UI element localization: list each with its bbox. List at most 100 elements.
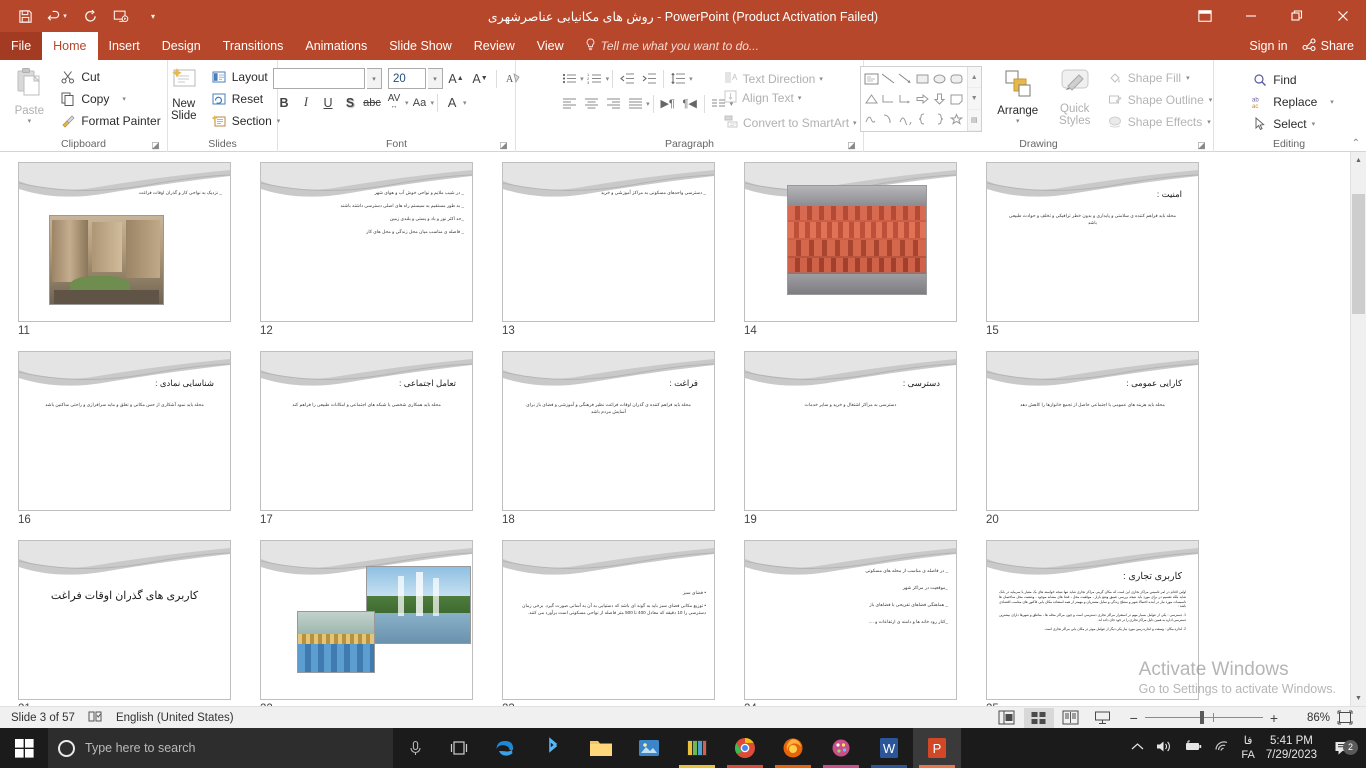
shape-down-arrow-icon[interactable] — [931, 89, 948, 109]
slide-thumbnail[interactable]: امنیت : محله باید فراهم کننده ی سلامتی و… — [986, 162, 1199, 322]
shape-elbow-arrow-icon[interactable] — [897, 89, 914, 109]
slide-thumbnail[interactable] — [744, 162, 957, 322]
smartart-caret[interactable]: ▾ — [853, 119, 857, 127]
zoom-slider-track[interactable] — [1145, 717, 1263, 718]
slide-thumbnail[interactable]: کارایی عمومی : محله باید هزینه های عمومی… — [986, 351, 1199, 511]
character-spacing-button[interactable]: AV↔ — [383, 92, 405, 113]
wifi-icon[interactable] — [1214, 740, 1230, 756]
columns-caret[interactable]: ▾ — [646, 100, 650, 108]
slide-thumbnail-cell[interactable]: 14 — [744, 162, 957, 337]
shape-arc-icon[interactable] — [880, 109, 897, 129]
save-icon[interactable] — [10, 3, 40, 29]
volume-icon[interactable] — [1155, 739, 1172, 757]
underline-button[interactable]: U — [317, 92, 339, 113]
notes-icon[interactable] — [88, 710, 103, 726]
taskbar-app-chrome[interactable] — [721, 728, 769, 768]
taskbar-app-powerpoint[interactable]: P — [913, 728, 961, 768]
undo-dropdown-caret[interactable]: ▾ — [63, 12, 67, 20]
copy-dropdown-caret[interactable]: ▾ — [122, 95, 126, 103]
battery-icon[interactable] — [1183, 740, 1203, 756]
slide-thumbnail-cell[interactable]: فراغت : محله باید فراهم کننده ی گذران او… — [502, 351, 715, 526]
tell-me-search[interactable]: Tell me what you want to do... — [575, 32, 769, 60]
font-dialog-launcher[interactable]: ◪ — [498, 140, 509, 151]
shapes-scroll-down-icon[interactable]: ▼ — [968, 88, 981, 109]
strikethrough-button[interactable]: abc — [361, 92, 383, 113]
shape-fill-caret[interactable]: ▾ — [1186, 74, 1190, 82]
slide-thumbnail-cell[interactable]: _ نزدیک به نواحی کار و گذران اوقات فراغت… — [18, 162, 231, 337]
numbering-button[interactable]: 123 — [584, 68, 606, 89]
decrease-indent-button[interactable] — [616, 68, 638, 89]
justify-button[interactable] — [624, 93, 646, 114]
share-button[interactable]: Share — [1302, 38, 1354, 54]
new-slide-button[interactable]: New Slide — [160, 65, 208, 122]
undo-icon[interactable]: ▾ — [42, 3, 72, 29]
change-case-caret[interactable]: ▾ — [431, 99, 435, 107]
minimize-icon[interactable] — [1228, 0, 1274, 32]
font-color-button[interactable]: A — [441, 92, 463, 113]
show-hidden-icons-icon[interactable] — [1131, 742, 1144, 754]
tab-insert[interactable]: Insert — [98, 32, 151, 60]
slide-show-view-button[interactable] — [1088, 708, 1118, 728]
italic-button[interactable]: I — [295, 92, 317, 113]
slide-thumbnail-cell[interactable]: دسترسی : دسترسی به مراکز اشتغال و خرید و… — [744, 351, 957, 526]
shape-right-arrow-icon[interactable] — [914, 89, 931, 109]
slide-thumbnail-cell[interactable]: کارایی عمومی : محله باید هزینه های عمومی… — [986, 351, 1199, 526]
slide-thumbnail[interactable]: کاربری تجاری : اولین اقدام در امر تاسیس … — [986, 540, 1199, 700]
cut-button[interactable]: Cut — [57, 66, 165, 87]
language-indicator[interactable]: English (United States) — [116, 712, 234, 724]
shapes-gallery[interactable]: ▲ ▼ ▤ — [860, 66, 982, 132]
shapes-scroll-up-icon[interactable]: ▲ — [968, 67, 981, 88]
taskbar-app-paint[interactable] — [817, 728, 865, 768]
slide-thumbnail[interactable]: • فضای سبز • توزیع مکانی فضای سبز باید ب… — [502, 540, 715, 700]
ribbon-display-options-icon[interactable] — [1182, 0, 1228, 32]
decrease-font-size-button[interactable]: A▼ — [469, 68, 491, 89]
rtl-text-direction-button[interactable]: ¶◀ — [679, 93, 701, 114]
shape-outline-caret[interactable]: ▾ — [1209, 96, 1213, 104]
shape-effects-caret[interactable]: ▾ — [1207, 118, 1211, 126]
slide-indicator[interactable]: Slide 3 of 57 — [11, 712, 75, 724]
taskbar-app-word[interactable]: W — [865, 728, 913, 768]
slide-thumbnail-cell[interactable]: • فضای سبز • توزیع مکانی فضای سبز باید ب… — [502, 540, 715, 706]
language-indicator-tray[interactable]: فا FA — [1241, 734, 1254, 762]
collapse-ribbon-button[interactable]: ⌃ — [1352, 138, 1360, 149]
slide-thumbnail-cell[interactable]: کاربری تجاری : اولین اقدام در امر تاسیس … — [986, 540, 1199, 706]
increase-font-size-button[interactable]: A▲ — [445, 68, 467, 89]
text-direction-button[interactable]: A Text Direction ▾ — [721, 68, 827, 89]
slide-thumbnail[interactable]: _ در فاصله ی مناسب از محله های مسکونی _م… — [744, 540, 957, 700]
reading-view-button[interactable] — [1056, 708, 1086, 728]
text-shadow-button[interactable]: S — [339, 92, 361, 113]
windows-start-icon[interactable] — [0, 728, 48, 768]
shape-arrow-icon[interactable] — [897, 69, 914, 89]
taskbar-app-firefox[interactable] — [769, 728, 817, 768]
slide-thumbnail[interactable]: _ در شیب ملایم و نواحی خوش آب و هوای شهر… — [260, 162, 473, 322]
replace-button[interactable]: abac Replace ▾ — [1249, 91, 1339, 112]
tab-design[interactable]: Design — [151, 32, 212, 60]
shape-oval-icon[interactable] — [931, 69, 948, 89]
paste-dropdown-caret[interactable]: ▾ — [28, 117, 32, 125]
replace-caret[interactable]: ▾ — [1330, 98, 1334, 106]
shape-triangle-icon[interactable] — [863, 89, 880, 109]
zoom-slider-handle[interactable] — [1200, 711, 1204, 724]
shape-left-brace-icon[interactable] — [914, 109, 931, 129]
shape-text-box-icon[interactable] — [863, 69, 880, 89]
slide-thumbnail-cell[interactable]: _ در فاصله ی مناسب از محله های مسکونی _م… — [744, 540, 957, 706]
text-direction-caret[interactable]: ▾ — [819, 75, 823, 83]
bullets-button[interactable] — [558, 68, 580, 89]
slide-thumbnail[interactable]: شناسایی نمادی : محله باید نمود آشکاری از… — [18, 351, 231, 511]
shape-scribble-icon[interactable] — [863, 109, 880, 129]
slide-thumbnail-cell[interactable]: _ دسترسی واحدهای مسکونی به مراکز آموزشی … — [502, 162, 715, 337]
ltr-text-direction-button[interactable]: ▶¶ — [657, 93, 679, 114]
format-painter-button[interactable]: Format Painter — [57, 110, 165, 131]
fit-slide-to-window-button[interactable] — [1332, 708, 1358, 728]
vertical-scrollbar[interactable]: ▲ ▼ — [1350, 152, 1366, 706]
tab-animations[interactable]: Animations — [294, 32, 378, 60]
font-name-dropdown[interactable]: ▾ — [367, 68, 382, 89]
taskbar-app-edge[interactable] — [481, 728, 529, 768]
slide-thumbnail[interactable]: کاربری های گذران اوقات فراغت — [18, 540, 231, 700]
shapes-more-icon[interactable]: ▤ — [968, 110, 981, 131]
slide-thumbnail-cell[interactable]: شناسایی نمادی : محله باید نمود آشکاری از… — [18, 351, 231, 526]
slide-thumbnail-cell[interactable]: کاربری های گذران اوقات فراغت 21 — [18, 540, 231, 706]
convert-to-smartart-button[interactable]: Convert to SmartArt ▾ — [720, 112, 861, 133]
shape-fill-button[interactable]: Shape Fill ▾ — [1104, 67, 1218, 88]
clock[interactable]: 5:41 PM 7/29/2023 — [1266, 734, 1317, 762]
